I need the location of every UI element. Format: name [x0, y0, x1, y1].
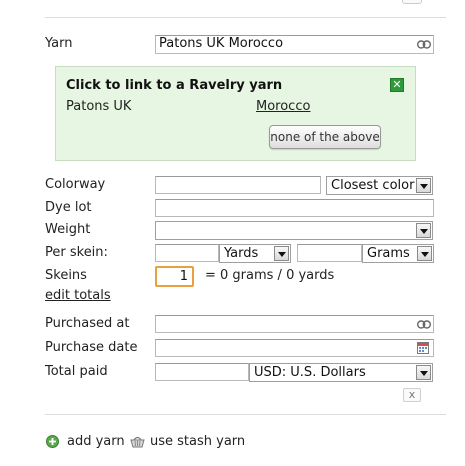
colorway-input[interactable] — [155, 176, 321, 194]
skein-length-input[interactable] — [155, 244, 219, 262]
close-icon: ✕ — [392, 78, 402, 91]
colorway-label: Colorway — [45, 177, 106, 192]
chain-link-icon[interactable] — [417, 40, 431, 49]
remove-yarn-button[interactable]: x — [403, 388, 421, 402]
chain-link-icon[interactable] — [417, 320, 431, 329]
calendar-icon[interactable] — [417, 342, 429, 354]
skeins-input[interactable]: 1 — [155, 266, 194, 287]
add-circle-icon — [46, 435, 59, 448]
dye-lot-label: Dye lot — [45, 200, 92, 215]
yarn-name-value: Patons UK Morocco — [159, 36, 284, 51]
ravelry-link-panel: Click to link to a Ravelry yarn ✕ Patons… — [55, 66, 416, 161]
closest-color-select[interactable]: Closest color — [326, 176, 433, 195]
use-stash-yarn-label: use stash yarn — [150, 434, 246, 449]
length-unit-select[interactable]: Yards — [219, 244, 291, 263]
yarn-label: Yarn — [45, 36, 73, 51]
chevron-down-icon — [416, 365, 431, 380]
previous-remove-button[interactable] — [402, 0, 422, 4]
yarn-name-input[interactable]: Patons UK Morocco — [155, 35, 434, 54]
add-yarn-label: add yarn — [67, 434, 125, 449]
chevron-down-icon — [274, 246, 289, 261]
total-paid-label: Total paid — [45, 364, 108, 379]
total-paid-input[interactable] — [155, 363, 249, 381]
none-of-the-above-button[interactable]: none of the above — [269, 125, 381, 149]
skein-totals-text: = 0 grams / 0 yards — [205, 268, 335, 283]
close-icon: x — [408, 388, 416, 401]
edit-totals-link[interactable]: edit totals — [45, 288, 111, 303]
purchased-at-label: Purchased at — [45, 316, 130, 331]
weight-unit-select[interactable]: Grams — [362, 244, 434, 263]
dye-lot-input[interactable] — [155, 199, 434, 217]
per-skein-label: Per skein: — [45, 245, 108, 260]
basket-icon — [130, 436, 145, 448]
purchase-date-label: Purchase date — [45, 340, 138, 355]
section-divider-bottom — [45, 414, 446, 415]
skein-weight-input[interactable] — [297, 244, 362, 262]
chevron-down-icon — [416, 178, 431, 193]
chevron-down-icon — [417, 246, 432, 261]
ravelry-yarn-link[interactable]: Morocco — [256, 99, 310, 114]
purchase-date-input[interactable] — [155, 339, 434, 357]
section-divider-top — [45, 17, 446, 18]
chevron-down-icon — [416, 223, 431, 238]
weight-select[interactable] — [155, 221, 433, 240]
skeins-label: Skeins — [45, 268, 87, 283]
yarn-brand-text: Patons UK — [66, 99, 132, 114]
currency-select[interactable]: USD: U.S. Dollars — [249, 363, 433, 382]
close-panel-button[interactable]: ✕ — [390, 78, 404, 92]
weight-label: Weight — [45, 222, 91, 237]
purchased-at-input[interactable] — [155, 315, 434, 333]
ravelry-link-title: Click to link to a Ravelry yarn — [66, 78, 283, 93]
